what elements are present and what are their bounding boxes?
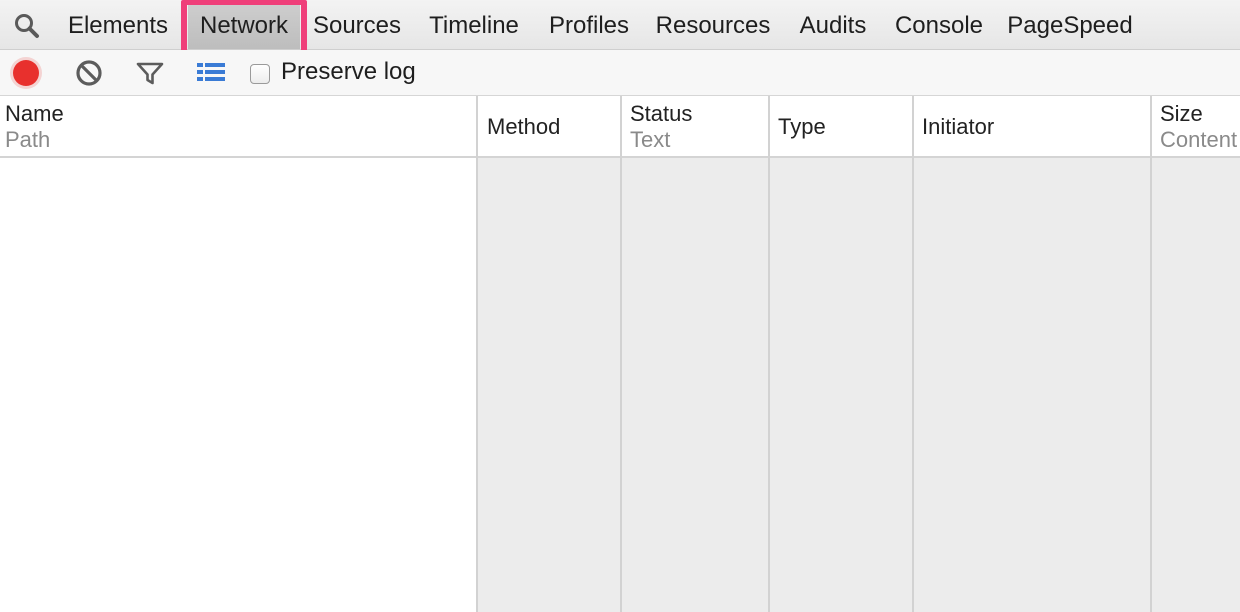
record-icon[interactable] [10, 57, 42, 89]
preserve-log-toggle[interactable]: Preserve log [250, 56, 416, 88]
column-divider[interactable] [620, 96, 622, 612]
tab-audits[interactable]: Audits [790, 0, 876, 49]
tab-resources[interactable]: Resources [649, 0, 777, 49]
tab-label: Audits [799, 12, 867, 39]
column-header-method[interactable]: Method [482, 96, 620, 156]
tab-label: Sources [312, 12, 402, 39]
column-secondary-label: Path [5, 127, 51, 152]
column-primary-label: Initiator [922, 114, 995, 139]
tab-network[interactable]: Network [188, 0, 300, 49]
tab-label: PageSpeed [1007, 12, 1133, 39]
tab-elements[interactable]: Elements [60, 0, 176, 49]
tab-label: Timeline [429, 12, 519, 39]
column-secondary-label: Text [630, 127, 671, 152]
tab-sources[interactable]: Sources [306, 0, 408, 49]
tab-pagespeed[interactable]: PageSpeed [1003, 0, 1137, 49]
column-divider[interactable] [1150, 96, 1152, 612]
column-body-shaded [477, 158, 1240, 612]
devtools-tab-bar: Elements Network Sources Timeline Profil… [0, 0, 1240, 57]
column-primary-label: Name [5, 101, 64, 126]
clear-icon[interactable] [73, 57, 105, 89]
column-header-type[interactable]: Type [773, 96, 912, 156]
column-header-initiator[interactable]: Initiator [917, 96, 1150, 156]
preserve-log-label: Preserve log [281, 58, 416, 85]
column-primary-label: Type [778, 114, 826, 139]
tab-profiles[interactable]: Profiles [541, 0, 637, 49]
devtools-window: Elements Network Sources Timeline Profil… [0, 0, 1240, 612]
tab-console[interactable]: Console [887, 0, 991, 49]
column-divider[interactable] [912, 96, 914, 612]
column-primary-label: Status [630, 101, 693, 126]
column-divider[interactable] [768, 96, 770, 612]
network-toolbar [0, 50, 1240, 96]
tab-label: Elements [67, 12, 169, 39]
filter-icon[interactable] [134, 57, 166, 89]
tab-label: Network [199, 12, 289, 39]
tab-label: Resources [655, 12, 771, 39]
column-body-name [0, 158, 477, 612]
column-primary-label: Size [1160, 101, 1203, 126]
column-header-status[interactable]: Status Text [625, 96, 768, 156]
column-primary-label: Method [487, 114, 561, 139]
column-header-name[interactable]: Name Path [0, 96, 477, 156]
view-list-icon[interactable] [195, 57, 227, 89]
column-secondary-label: Content [1160, 127, 1238, 152]
preserve-log-checkbox[interactable] [250, 64, 270, 84]
column-header-size[interactable]: Size Content [1155, 96, 1240, 156]
tab-timeline[interactable]: Timeline [419, 0, 529, 49]
record-dot [13, 60, 39, 86]
tab-label: Console [894, 12, 984, 39]
tab-label: Profiles [548, 12, 630, 39]
column-divider[interactable] [476, 96, 478, 612]
search-icon[interactable] [12, 11, 42, 41]
